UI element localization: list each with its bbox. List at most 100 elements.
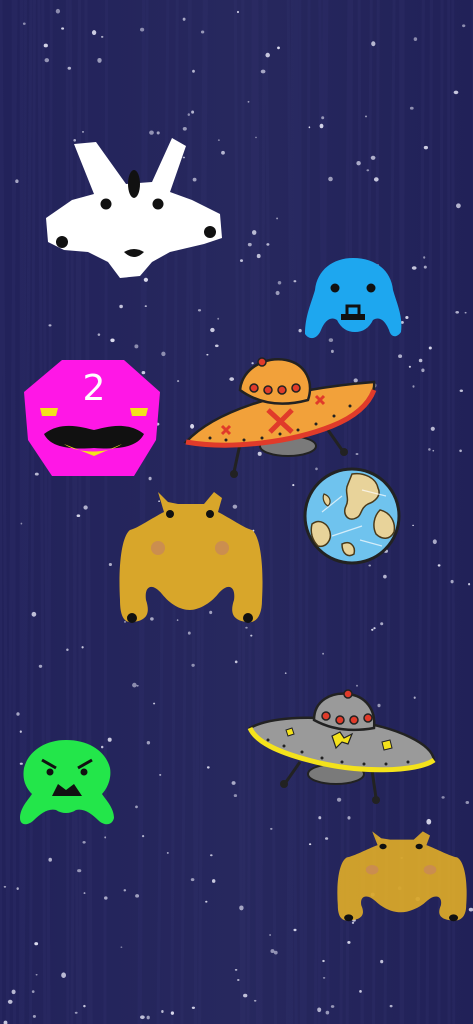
star	[277, 46, 280, 50]
orange-ufo-enemy[interactable]	[182, 354, 380, 480]
star	[19, 730, 22, 733]
star	[298, 328, 302, 333]
star	[104, 836, 107, 839]
star	[423, 256, 426, 259]
star	[97, 57, 102, 63]
star	[293, 280, 297, 283]
star	[31, 611, 37, 617]
star	[210, 327, 215, 333]
star	[322, 976, 326, 979]
star	[432, 449, 435, 452]
green-alien-enemy[interactable]	[18, 738, 116, 828]
star	[462, 24, 466, 28]
gold-alien-small-enemy[interactable]	[336, 830, 468, 926]
star	[270, 827, 273, 830]
star	[459, 449, 462, 453]
star	[211, 879, 216, 883]
star	[411, 266, 417, 270]
star	[308, 126, 311, 129]
star	[324, 837, 329, 840]
grey-ufo-enemy[interactable]	[247, 688, 438, 806]
star	[389, 1004, 393, 1008]
star	[370, 155, 376, 160]
star	[132, 682, 137, 688]
star	[197, 309, 202, 312]
star	[191, 110, 195, 114]
magenta-alien-enemy[interactable]: 2	[22, 356, 164, 480]
gold-alien-enemy[interactable]	[118, 490, 264, 630]
star	[20, 522, 23, 525]
star	[273, 950, 278, 955]
star	[192, 69, 195, 73]
brush-stroke	[11, 0, 17, 1024]
star	[170, 1011, 175, 1015]
frog-alien-icon	[20, 740, 114, 825]
star	[146, 740, 151, 745]
star	[210, 854, 213, 857]
star	[146, 1015, 150, 1020]
game-canvas[interactable]: 2	[0, 0, 473, 1024]
star	[317, 1007, 322, 1013]
star	[256, 253, 261, 259]
star	[325, 1010, 330, 1015]
star	[191, 1006, 196, 1009]
star	[233, 794, 238, 798]
star	[7, 999, 13, 1004]
star	[22, 22, 26, 25]
star	[255, 136, 257, 139]
white-alien-enemy[interactable]	[44, 134, 224, 280]
star	[140, 1015, 145, 1020]
star	[418, 358, 423, 363]
star	[108, 562, 112, 567]
star	[322, 959, 325, 963]
star	[187, 113, 190, 116]
star	[82, 840, 86, 844]
star	[140, 27, 145, 32]
star	[364, 115, 368, 118]
flying-saucer-icon	[183, 357, 377, 478]
star	[270, 949, 275, 954]
star	[330, 1005, 335, 1008]
star	[67, 66, 72, 70]
star	[292, 484, 295, 487]
star	[200, 30, 205, 34]
star	[61, 27, 65, 30]
star	[373, 177, 379, 182]
star	[119, 304, 123, 309]
star	[408, 365, 411, 368]
star	[48, 857, 52, 862]
star	[110, 338, 115, 343]
star	[83, 505, 88, 510]
star	[265, 52, 270, 58]
star	[134, 344, 139, 349]
star	[468, 583, 471, 586]
blue-alien-enemy[interactable]	[303, 256, 405, 344]
star	[100, 35, 104, 38]
star	[322, 652, 324, 655]
jellyfish-alien-icon	[305, 258, 402, 339]
star	[318, 816, 322, 820]
star	[74, 1011, 78, 1014]
crab-alien-icon	[119, 492, 263, 623]
star	[321, 116, 325, 120]
star	[459, 389, 464, 393]
star	[356, 684, 358, 687]
star	[423, 265, 427, 269]
star	[371, 41, 376, 47]
star	[239, 905, 244, 911]
star	[455, 310, 460, 314]
star	[330, 349, 334, 354]
star	[308, 843, 312, 846]
star	[97, 333, 101, 336]
star	[413, 37, 418, 41]
star	[319, 123, 324, 129]
star	[66, 648, 69, 651]
star	[206, 766, 210, 769]
star	[359, 989, 362, 993]
star	[81, 646, 84, 649]
star	[237, 978, 240, 982]
star	[380, 959, 384, 964]
star	[135, 894, 140, 898]
star	[293, 928, 297, 932]
star	[15, 179, 19, 184]
